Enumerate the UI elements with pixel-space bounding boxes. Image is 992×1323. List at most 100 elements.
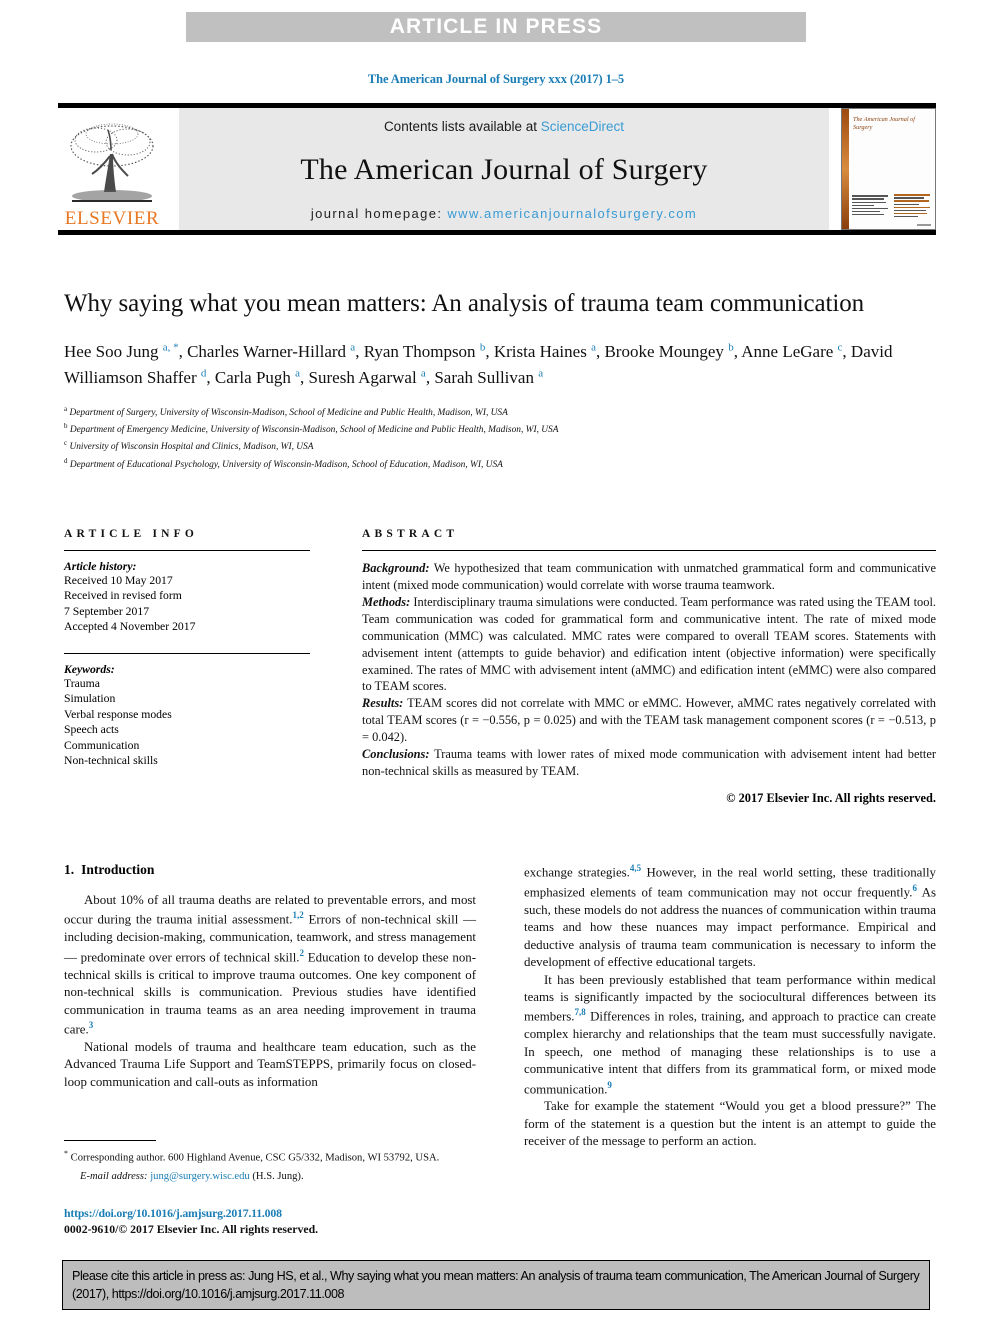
affiliation-text: University of Wisconsin Hospital and Cli… xyxy=(67,442,314,453)
cover-spine-band xyxy=(842,109,849,229)
cover-text-lines-left xyxy=(852,195,888,217)
elsevier-logo: ELSEVIER xyxy=(58,108,166,230)
keyword-item: Trauma xyxy=(64,676,100,690)
article-info-heading: ARTICLE INFO xyxy=(64,528,199,540)
abstract-section-text: TEAM scores did not correlate with MMC o… xyxy=(362,696,936,745)
author-affiliation-mark: a xyxy=(538,367,544,380)
cover-text-lines-right xyxy=(894,194,930,219)
abstract-section: Results: TEAM scores did not correlate w… xyxy=(362,695,936,746)
elsevier-wordmark: ELSEVIER xyxy=(64,208,160,229)
keywords-lines: Trauma Simulation Verbal response modes Spe… xyxy=(64,676,310,769)
abstract-rule xyxy=(362,550,936,551)
author-name: Hee Soo Jung xyxy=(64,341,163,361)
author-email-link[interactable]: jung@surgery.wisc.edu xyxy=(150,1171,250,1182)
author-name: Krista Haines xyxy=(493,341,592,361)
corresponding-author-text: Corresponding author. 600 Highland Avenu… xyxy=(68,1152,440,1164)
journal-cover-thumbnail: The American Journal of Surgery xyxy=(841,108,936,230)
keyword-item: Speech acts xyxy=(64,723,119,737)
corresponding-author-note: * Corresponding author. 600 Highland Ave… xyxy=(64,1148,476,1166)
article-history-lines: Received 10 May 2017 Received in revised … xyxy=(64,573,310,635)
sciencedirect-link[interactable]: ScienceDirect xyxy=(541,119,624,134)
author-name: Charles Warner-Hillard xyxy=(187,341,351,361)
author-name: Carla Pugh xyxy=(214,367,296,387)
body-paragraph: It has been previously established that … xyxy=(524,972,936,1099)
issn-copyright-line: 0002-9610/© 2017 Elsevier Inc. All right… xyxy=(64,1222,319,1236)
doi-link[interactable]: https://doi.org/10.1016/j.amjsurg.2017.1… xyxy=(64,1206,534,1221)
citation-reference[interactable]: 3 xyxy=(89,1020,94,1030)
citation-footer-box: Please cite this article in press as: Ju… xyxy=(62,1260,930,1310)
keyword-item: Non-technical skills xyxy=(64,753,158,767)
article-info-column: ARTICLE INFO Article history: Received 1… xyxy=(64,528,310,806)
abstract-body: Background: We hypothesized that team co… xyxy=(362,560,936,780)
abstract-column: ABSTRACT Background: We hypothesized tha… xyxy=(362,528,936,806)
author-name: Brooke Moungey xyxy=(604,341,729,361)
journal-panel: Contents lists available at ScienceDirec… xyxy=(179,108,829,230)
body-columns: 1. Introduction About 10% of all trauma d… xyxy=(64,862,936,1151)
author-name: Anne LeGare xyxy=(741,341,838,361)
article-history-item: Accepted 4 November 2017 xyxy=(64,620,196,634)
article-info-rule xyxy=(64,550,310,551)
abstract-section-text: We hypothesized that team communication … xyxy=(362,561,936,592)
body-column-left: 1. Introduction About 10% of all trauma d… xyxy=(64,862,476,1151)
body-text: Take for example the statement “Would yo… xyxy=(524,1099,936,1149)
section-heading-introduction: 1. Introduction xyxy=(64,862,476,878)
footnote-rule xyxy=(64,1140,156,1141)
affiliation-text: Department of Educational Psychology, Un… xyxy=(67,459,503,470)
article-in-press-label: ARTICLE IN PRESS xyxy=(389,15,603,38)
abstract-section: Conclusions: Trauma teams with lower rat… xyxy=(362,746,936,780)
journal-homepage-link[interactable]: www.americanjournalofsurgery.com xyxy=(447,206,697,221)
abstract-section-label: Background: xyxy=(362,561,430,575)
contents-available-line: Contents lists available at ScienceDirec… xyxy=(384,119,624,134)
homepage-prefix: journal homepage: xyxy=(310,206,448,221)
citation-footer-text: Please cite this article in press as: Ju… xyxy=(72,1269,920,1301)
article-history-label: Article history: xyxy=(64,560,137,573)
body-column-right: exchange strategies.4,5 However, in the … xyxy=(524,862,936,1151)
running-head: The American Journal of Surgery xxx (201… xyxy=(367,72,625,86)
article-history-item: Received in revised form xyxy=(64,589,182,603)
citation-reference[interactable]: 9 xyxy=(607,1080,612,1090)
author-list: Hee Soo Jung a, *, Charles Warner-Hillar… xyxy=(64,339,934,391)
abstract-section: Methods: Interdisciplinary trauma simula… xyxy=(362,594,936,696)
abstract-section: Background: We hypothesized that team co… xyxy=(362,560,936,594)
journal-title: The American Journal of Surgery xyxy=(300,153,708,186)
abstract-section-text: Trauma teams with lower rates of mixed m… xyxy=(362,747,936,779)
journal-homepage-line: journal homepage: www.americanjournalofs… xyxy=(311,206,697,221)
keyword-item: Communication xyxy=(64,738,140,752)
affiliation-item: c University of Wisconsin Hospital and C… xyxy=(64,438,934,455)
info-abstract-region: ARTICLE INFO Article history: Received 1… xyxy=(64,528,936,806)
body-paragraph: National models of trauma and healthcare… xyxy=(64,1039,476,1091)
keyword-item: Verbal response modes xyxy=(64,707,172,721)
elsevier-tree-icon xyxy=(70,123,154,202)
article-in-press-banner: ARTICLE IN PRESS xyxy=(186,12,806,42)
author-separator: , xyxy=(178,341,188,361)
citation-reference[interactable]: 4,5 xyxy=(630,863,641,873)
title-block: Why saying what you mean matters: An ana… xyxy=(64,288,934,473)
affiliation-list: a Department of Surgery, University of W… xyxy=(64,404,934,473)
keyword-item: Simulation xyxy=(64,692,116,706)
masthead-bottom-rule xyxy=(58,230,936,235)
author-name: Suresh Agarwal xyxy=(308,367,421,387)
article-title: Why saying what you mean matters: An ana… xyxy=(64,290,865,317)
affiliation-item: b Department of Emergency Medicine, Univ… xyxy=(64,421,934,438)
author-name: Ryan Thompson xyxy=(363,341,480,361)
email-suffix: (H.S. Jung). xyxy=(249,1171,304,1183)
citation-reference[interactable]: 1,2 xyxy=(292,910,303,920)
footnote-block: * Corresponding author. 600 Highland Ave… xyxy=(64,1140,476,1185)
intro-paragraphs-right: exchange strategies.4,5 However, in the … xyxy=(524,862,936,1151)
body-paragraph: About 10% of all trauma deaths are relat… xyxy=(64,892,476,1039)
citation-reference[interactable]: 7,8 xyxy=(574,1007,585,1017)
author-separator: , xyxy=(206,367,215,387)
affiliation-text: Department of Emergency Medicine, Univer… xyxy=(67,425,559,436)
contents-prefix: Contents lists available at xyxy=(383,119,541,134)
cover-footer-mark xyxy=(917,224,931,226)
abstract-section-label: Methods: xyxy=(362,594,411,609)
section-number: 1. xyxy=(64,862,75,877)
journal-masthead: ELSEVIER Contents lists available at Sci… xyxy=(58,103,936,235)
author-separator: , xyxy=(842,341,851,361)
author-name: Sarah Sullivan xyxy=(434,367,539,387)
abstract-copyright: © 2017 Elsevier Inc. All rights reserved… xyxy=(726,790,936,805)
body-paragraph: Take for example the statement “Would yo… xyxy=(524,1098,936,1150)
doi-block: https://doi.org/10.1016/j.amjsurg.2017.1… xyxy=(64,1206,534,1237)
author-separator: , xyxy=(300,367,309,387)
affiliation-text: Department of Surgery, University of Wis… xyxy=(67,407,508,418)
